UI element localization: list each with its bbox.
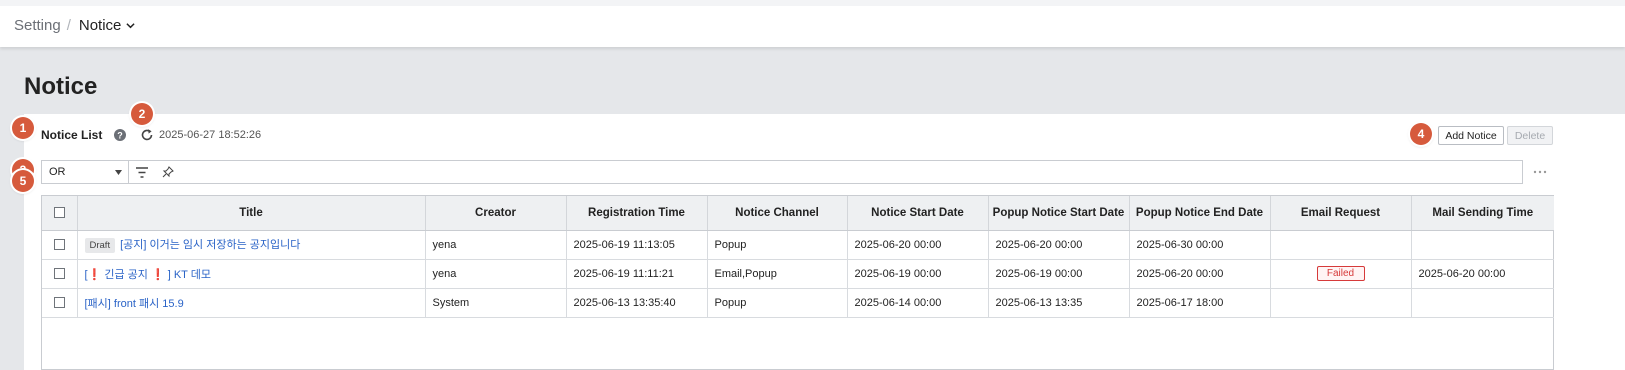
notice-channel-cell: Email,Popup (707, 259, 848, 289)
notice-start-cell: 2025-06-19 00:00 (847, 259, 989, 289)
row-checkbox-cell[interactable] (42, 230, 78, 260)
breadcrumb: Setting / Notice (14, 17, 136, 34)
title-suffix: ] KT 데모 (167, 268, 211, 281)
table-row[interactable]: [❗ 긴급 공지 ❗ ] KT 데모 yena 2025-06-19 11:11… (42, 259, 1554, 289)
row-checkbox[interactable] (53, 268, 65, 280)
draft-badge: Draft (84, 238, 116, 253)
column-header-notice-start-date[interactable]: Notice Start Date (847, 196, 989, 231)
title-cell: [❗ 긴급 공지 ❗ ] KT 데모 (77, 259, 426, 289)
email-request-cell (1270, 288, 1412, 318)
row-checkbox-cell[interactable] (42, 288, 78, 318)
row-checkbox[interactable] (53, 239, 65, 251)
notice-table: Title Creator Registration Time Notice C… (41, 195, 1554, 370)
refresh-icon[interactable] (140, 128, 154, 142)
table-row[interactable]: Draft [공지] 이거는 임시 저장하는 공지입니다 yena 2025-06… (42, 230, 1554, 260)
column-header-creator[interactable]: Creator (425, 196, 567, 231)
popup-end-cell: 2025-06-17 18:00 (1129, 288, 1271, 318)
column-header-mail-sending-time[interactable]: Mail Sending Time (1411, 196, 1554, 231)
breadcrumb-current-dropdown[interactable]: Notice (79, 17, 136, 34)
email-request-cell: Failed (1270, 259, 1412, 289)
creator-cell: yena (425, 230, 567, 260)
breadcrumb-separator: / (66, 17, 71, 34)
popup-start-cell: 2025-06-20 00:00 (988, 230, 1130, 260)
column-header-email-request[interactable]: Email Request (1270, 196, 1412, 231)
page-title: Notice (24, 73, 98, 100)
filter-icon[interactable] (135, 166, 149, 179)
column-header-notice-channel[interactable]: Notice Channel (707, 196, 848, 231)
mail-sending-time-cell: 2025-06-20 00:00 (1411, 259, 1554, 289)
notice-start-cell: 2025-06-14 00:00 (847, 288, 989, 318)
notice-channel-cell: Popup (707, 230, 848, 260)
registration-time-cell: 2025-06-13 13:35:40 (566, 288, 708, 318)
table-row[interactable]: [패시] front 패시 15.9 System 2025-06-13 13:… (42, 288, 1554, 318)
exclamation-icon: ❗ (87, 268, 102, 281)
mail-sending-time-cell (1411, 288, 1554, 318)
top-bar: Setting / Notice (0, 0, 1625, 47)
filter-bar: OR (41, 160, 1523, 184)
breadcrumb-current-label: Notice (78, 17, 122, 34)
table-header-row: Title Creator Registration Time Notice C… (42, 196, 1554, 231)
notice-title-link[interactable]: [❗ 긴급 공지 ❗ ] KT 데모 (85, 269, 211, 281)
step-marker-5: 5 (12, 170, 34, 192)
popup-end-cell: 2025-06-20 00:00 (1129, 259, 1271, 289)
popup-start-cell: 2025-06-19 00:00 (988, 259, 1130, 289)
delete-button[interactable]: Delete (1507, 126, 1553, 145)
breadcrumb-setting[interactable]: Setting (14, 17, 61, 34)
title-middle: 긴급 공지 (104, 268, 148, 281)
column-header-registration-time[interactable]: Registration Time (566, 196, 708, 231)
caret-down-icon (115, 170, 122, 175)
notice-title-link[interactable]: [패시] front 패시 15.9 (85, 298, 184, 310)
svg-text:?: ? (117, 130, 123, 140)
mail-sending-time-cell (1411, 230, 1554, 260)
registration-time-cell: 2025-06-19 11:11:21 (566, 259, 708, 289)
step-marker-4: 4 (1410, 123, 1432, 145)
filter-operator-value: OR (49, 166, 66, 178)
creator-cell: yena (425, 259, 567, 289)
registration-time-cell: 2025-06-19 11:13:05 (566, 230, 708, 260)
add-notice-button[interactable]: Add Notice (1438, 126, 1504, 145)
email-failed-badge: Failed (1316, 266, 1365, 281)
row-checkbox[interactable] (53, 297, 65, 309)
step-marker-1: 1 (12, 117, 34, 139)
step-marker-2: 2 (131, 103, 153, 125)
email-request-cell (1270, 230, 1412, 260)
title-cell: [패시] front 패시 15.9 (77, 288, 426, 318)
last-updated-timestamp: 2025-06-27 18:52:26 (159, 129, 262, 141)
creator-cell: System (425, 288, 567, 318)
column-header-title[interactable]: Title (77, 196, 426, 231)
filter-operator-select[interactable]: OR (42, 161, 129, 183)
column-header-popup-end-date[interactable]: Popup Notice End Date (1129, 196, 1271, 231)
exclamation-icon: ❗ (150, 268, 165, 281)
select-all-checkbox-cell[interactable] (42, 196, 78, 231)
popup-end-cell: 2025-06-30 00:00 (1129, 230, 1271, 260)
notice-title-link[interactable]: [공지] 이거는 임시 저장하는 공지입니다 (120, 239, 300, 251)
chevron-down-icon (126, 23, 136, 29)
notice-channel-cell: Popup (707, 288, 848, 318)
popup-start-cell: 2025-06-13 13:35 (988, 288, 1130, 318)
help-icon[interactable]: ? (114, 129, 126, 141)
notice-start-cell: 2025-06-20 00:00 (847, 230, 989, 260)
row-checkbox-cell[interactable] (42, 259, 78, 289)
pin-icon[interactable] (162, 166, 174, 178)
column-header-popup-start-date[interactable]: Popup Notice Start Date (988, 196, 1130, 231)
select-all-checkbox[interactable] (53, 207, 65, 219)
notice-list-title: Notice List (41, 128, 103, 142)
title-cell: Draft [공지] 이거는 임시 저장하는 공지입니다 (77, 230, 426, 260)
more-options-icon[interactable] (1533, 170, 1547, 174)
